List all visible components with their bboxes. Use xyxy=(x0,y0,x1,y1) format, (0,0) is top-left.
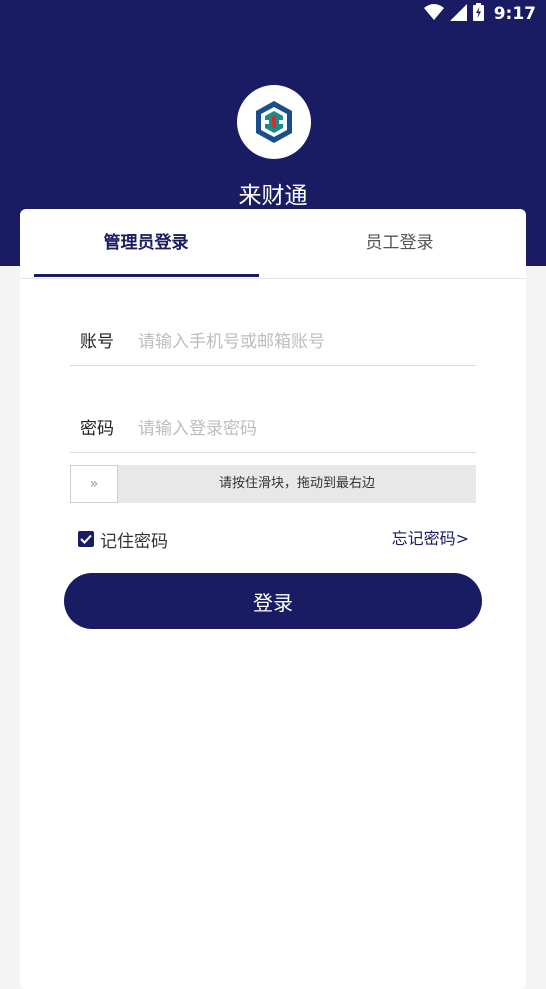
app-logo-icon xyxy=(256,101,292,143)
remember-label: 记住密码 xyxy=(100,531,168,552)
login-tabs: 管理员登录 员工登录 xyxy=(20,209,526,279)
slide-verify-track: » 请按住滑块，拖动到最右边 xyxy=(70,465,476,503)
slide-verify-hint: 请按住滑块，拖动到最右边 xyxy=(218,476,375,491)
account-field: 账号 xyxy=(70,279,476,366)
password-label: 密码 xyxy=(80,419,114,439)
app-logo xyxy=(237,85,311,159)
active-tab-indicator xyxy=(34,274,259,277)
app-name: 来财通 xyxy=(238,183,308,209)
status-bar: 9:17 xyxy=(423,3,536,25)
status-time: 9:17 xyxy=(493,4,536,24)
login-button[interactable]: 登录 xyxy=(64,573,482,629)
check-icon xyxy=(80,534,92,544)
remember-checkbox[interactable] xyxy=(78,531,94,547)
tab-admin-login[interactable]: 管理员登录 xyxy=(34,209,258,278)
password-field: 密码 xyxy=(70,366,476,453)
battery-icon xyxy=(472,3,484,25)
signal-icon xyxy=(449,3,467,25)
tab-staff-login[interactable]: 员工登录 xyxy=(273,209,526,278)
double-chevron-right-icon: » xyxy=(89,476,99,492)
password-input[interactable] xyxy=(138,416,468,442)
wifi-icon xyxy=(423,4,444,24)
remember-password-toggle[interactable]: 记住密码 xyxy=(78,527,168,552)
account-input[interactable] xyxy=(138,329,468,355)
slide-verify-handle[interactable]: » xyxy=(70,465,118,503)
forgot-password-link[interactable]: 忘记密码> xyxy=(392,527,469,551)
login-card: 管理员登录 员工登录 账号 密码 » 请按住滑块，拖动到最右边 记住密码 忘记密… xyxy=(20,209,526,989)
account-label: 账号 xyxy=(80,332,114,352)
